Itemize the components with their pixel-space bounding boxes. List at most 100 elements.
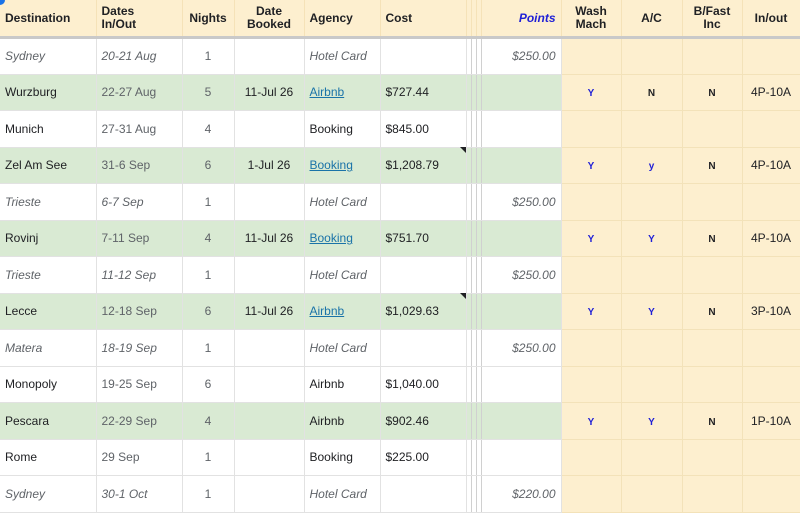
cell-in-out[interactable]: 3P-10A	[742, 293, 800, 330]
cell-wash-mach[interactable]: Y	[561, 147, 622, 184]
cell-dates[interactable]: 18-19 Sep	[96, 329, 183, 367]
cell-nights[interactable]: 1	[182, 183, 235, 221]
cell-wash-mach[interactable]	[561, 183, 622, 221]
cell-wash-mach[interactable]: Y	[561, 74, 622, 111]
cell-ac[interactable]	[621, 256, 683, 294]
header-in-out[interactable]: In/out	[742, 0, 800, 39]
cell-bfast-inc[interactable]	[682, 37, 743, 75]
cell-bfast-inc[interactable]: N	[682, 220, 743, 257]
cell-ac[interactable]: Y	[621, 402, 683, 440]
cell-date-booked[interactable]	[234, 402, 305, 440]
cell-wash-mach[interactable]: Y	[561, 402, 622, 440]
cell-agency[interactable]: Airbnb	[304, 402, 381, 440]
cell-points[interactable]	[481, 402, 562, 440]
cell-cost[interactable]: $225.00	[380, 439, 467, 476]
cell-agency[interactable]: Booking	[304, 147, 381, 184]
cell-agency[interactable]: Airbnb	[304, 366, 381, 403]
comment-indicator-icon[interactable]	[460, 147, 466, 153]
cell-bfast-inc[interactable]	[682, 366, 743, 403]
cell-agency[interactable]: Booking	[304, 439, 381, 476]
cell-dates[interactable]: 11-12 Sep	[96, 256, 183, 294]
cell-in-out[interactable]	[742, 329, 800, 367]
cell-destination[interactable]: Sydney	[0, 475, 97, 513]
cell-wash-mach[interactable]	[561, 329, 622, 367]
header-dates[interactable]: Dates In/Out	[96, 0, 183, 39]
cell-date-booked[interactable]	[234, 329, 305, 367]
cell-nights[interactable]: 1	[182, 37, 235, 75]
header-destination[interactable]: Destination	[0, 0, 97, 39]
cell-destination[interactable]: Sydney	[0, 37, 97, 75]
cell-points[interactable]	[481, 110, 562, 148]
cell-cost[interactable]: $1,040.00	[380, 366, 467, 403]
cell-cost[interactable]	[380, 37, 467, 75]
cell-agency[interactable]: Hotel Card	[304, 37, 381, 75]
cell-bfast-inc[interactable]	[682, 439, 743, 476]
header-wash-mach[interactable]: Wash Mach	[561, 0, 622, 39]
cell-cost[interactable]: $751.70	[380, 220, 467, 257]
cell-ac[interactable]	[621, 329, 683, 367]
cell-destination[interactable]: Monopoly	[0, 366, 97, 403]
cell-bfast-inc[interactable]: N	[682, 147, 743, 184]
cell-in-out[interactable]	[742, 366, 800, 403]
cell-agency[interactable]: Airbnb	[304, 74, 381, 111]
cell-agency[interactable]: Booking	[304, 110, 381, 148]
comment-indicator-icon[interactable]	[460, 293, 466, 299]
cell-points[interactable]	[481, 293, 562, 330]
cell-points[interactable]	[481, 147, 562, 184]
cell-bfast-inc[interactable]	[682, 256, 743, 294]
cell-in-out[interactable]	[742, 475, 800, 513]
cell-ac[interactable]	[621, 366, 683, 403]
cell-destination[interactable]: Zel Am See	[0, 147, 97, 184]
cell-wash-mach[interactable]	[561, 475, 622, 513]
cell-points[interactable]: $220.00	[481, 475, 562, 513]
cell-wash-mach[interactable]	[561, 256, 622, 294]
header-points[interactable]: Points	[481, 0, 562, 39]
agency-link[interactable]: Booking	[310, 231, 353, 245]
cell-destination[interactable]: Matera	[0, 329, 97, 367]
cell-bfast-inc[interactable]: N	[682, 402, 743, 440]
cell-points[interactable]: $250.00	[481, 37, 562, 75]
cell-dates[interactable]: 22-29 Sep	[96, 402, 183, 440]
cell-in-out[interactable]	[742, 110, 800, 148]
cell-date-booked[interactable]	[234, 475, 305, 513]
cell-destination[interactable]: Lecce	[0, 293, 97, 330]
cell-cost[interactable]	[380, 256, 467, 294]
cell-points[interactable]: $250.00	[481, 256, 562, 294]
cell-destination[interactable]: Trieste	[0, 183, 97, 221]
cell-destination[interactable]: Trieste	[0, 256, 97, 294]
cell-agency[interactable]: Hotel Card	[304, 183, 381, 221]
cell-dates[interactable]: 6-7 Sep	[96, 183, 183, 221]
cell-agency[interactable]: Booking	[304, 220, 381, 257]
cell-destination[interactable]: Rovinj	[0, 220, 97, 257]
cell-in-out[interactable]	[742, 183, 800, 221]
agency-link[interactable]: Airbnb	[310, 85, 345, 99]
header-cost[interactable]: Cost	[380, 0, 467, 39]
header-agency[interactable]: Agency	[304, 0, 381, 39]
cell-destination[interactable]: Wurzburg	[0, 74, 97, 111]
cell-wash-mach[interactable]: Y	[561, 220, 622, 257]
cell-dates[interactable]: 27-31 Aug	[96, 110, 183, 148]
cell-date-booked[interactable]: 1-Jul 26	[234, 147, 305, 184]
cell-cost[interactable]: $902.46	[380, 402, 467, 440]
cell-nights[interactable]: 1	[182, 475, 235, 513]
cell-bfast-inc[interactable]	[682, 183, 743, 221]
cell-nights[interactable]: 5	[182, 74, 235, 111]
cell-nights[interactable]: 6	[182, 147, 235, 184]
cell-points[interactable]: $250.00	[481, 329, 562, 367]
cell-nights[interactable]: 4	[182, 110, 235, 148]
cell-cost[interactable]	[380, 183, 467, 221]
cell-cost[interactable]: $727.44	[380, 74, 467, 111]
cell-ac[interactable]	[621, 37, 683, 75]
cell-ac[interactable]	[621, 110, 683, 148]
cell-cost[interactable]: $845.00	[380, 110, 467, 148]
cell-dates[interactable]: 7-11 Sep	[96, 220, 183, 257]
cell-agency[interactable]: Airbnb	[304, 293, 381, 330]
cell-ac[interactable]: Y	[621, 293, 683, 330]
cell-cost[interactable]	[380, 475, 467, 513]
cell-dates[interactable]: 22-27 Aug	[96, 74, 183, 111]
cell-points[interactable]	[481, 74, 562, 111]
cell-points[interactable]: $250.00	[481, 183, 562, 221]
cell-dates[interactable]: 19-25 Sep	[96, 366, 183, 403]
cell-points[interactable]	[481, 439, 562, 476]
cell-nights[interactable]: 1	[182, 256, 235, 294]
